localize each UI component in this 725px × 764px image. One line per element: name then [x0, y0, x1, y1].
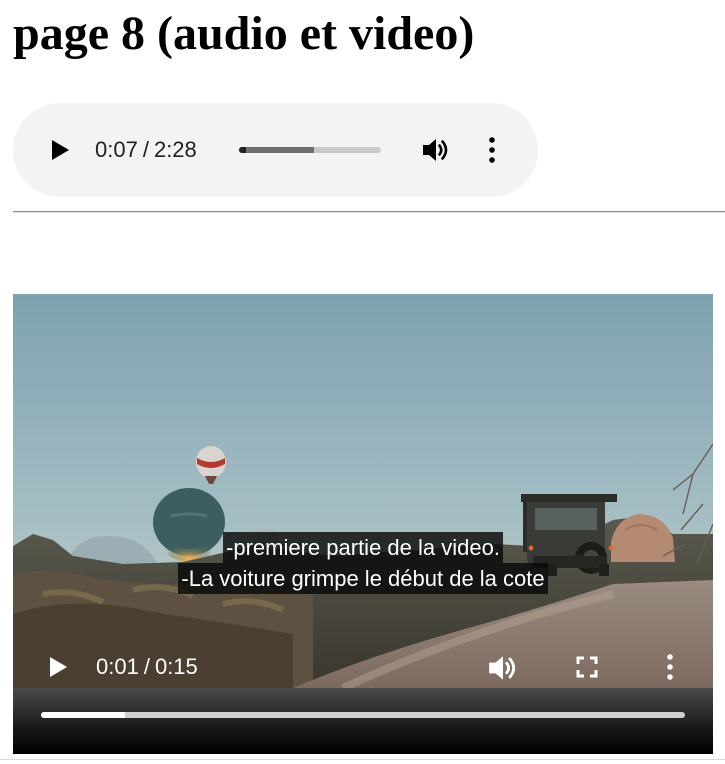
- page-bottom-divider: [0, 759, 725, 760]
- caption-line: -premiere partie de la video.: [223, 532, 503, 563]
- audio-current-time: 0:07: [95, 137, 138, 162]
- audio-played-bar: [239, 147, 247, 153]
- audio-seek-bar[interactable]: [239, 147, 381, 153]
- fullscreen-icon[interactable]: [575, 655, 599, 679]
- video-played-bar: [41, 712, 125, 718]
- play-icon[interactable]: [49, 138, 71, 162]
- video-seek-bar[interactable]: [41, 712, 685, 718]
- audio-player: 0:07/2:28: [13, 103, 538, 197]
- video-controls: 0:01/0:15: [13, 644, 713, 754]
- horizontal-rule: [13, 211, 725, 213]
- audio-duration: 2:28: [153, 137, 197, 162]
- more-vert-icon[interactable]: [483, 135, 501, 165]
- video-captions: -premiere partie de la video. -La voitur…: [13, 532, 713, 594]
- more-vert-icon[interactable]: [661, 652, 679, 682]
- video-time-separator: /: [143, 654, 150, 679]
- volume-icon[interactable]: [487, 653, 519, 683]
- video-duration: 0:15: [154, 654, 198, 679]
- video-frame: [13, 294, 713, 688]
- audio-buffered-bar: [239, 147, 315, 153]
- audio-time-separator: /: [142, 137, 149, 162]
- caption-line: -La voiture grimpe le début de la cote: [178, 563, 548, 594]
- video-player[interactable]: -premiere partie de la video. -La voitur…: [13, 294, 713, 754]
- controls-background: [13, 688, 713, 754]
- page-title: page 8 (audio et video): [13, 7, 475, 60]
- video-current-time: 0:01: [96, 654, 139, 679]
- volume-icon[interactable]: [421, 136, 451, 164]
- play-icon[interactable]: [47, 655, 69, 679]
- video-time-display: 0:01/0:15: [96, 653, 198, 681]
- audio-time-display: 0:07/2:28: [95, 136, 197, 164]
